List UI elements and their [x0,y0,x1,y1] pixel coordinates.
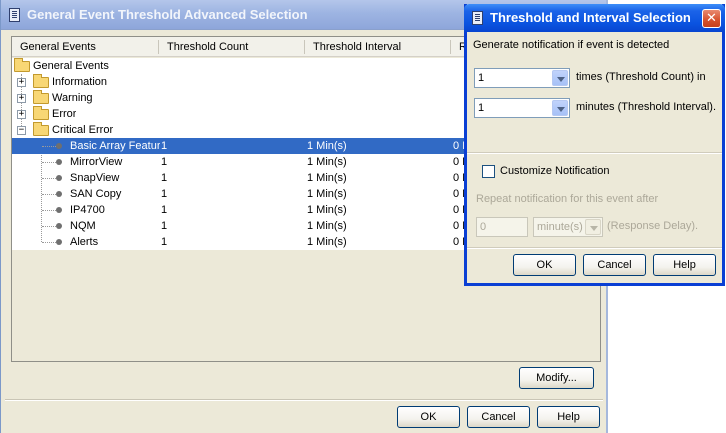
divider [5,399,603,401]
response-delay-value: 0 [480,221,487,233]
threshold-count: 1 [161,140,168,152]
event-name: MirrorView [70,156,123,168]
event-name: Alerts [70,236,99,248]
expand-icon[interactable]: + [17,78,26,87]
dialog-help-button[interactable]: Help [653,254,716,276]
threshold-count: 1 [161,172,168,184]
threshold-count-value: 1 [478,72,485,84]
repeat-notification-label: Repeat notification for this event after [476,193,659,205]
divider [467,152,722,154]
customize-notification-label[interactable]: Customize Notification [500,165,609,177]
dialog-title: Threshold and Interval Selection [490,10,691,25]
threshold-interval: 1 Min(s) [307,172,347,184]
threshold-count: 1 [161,220,168,232]
event-name: IP4700 [70,204,105,216]
dialog-ok-button[interactable]: OK [513,254,576,276]
threshold-count-combo[interactable]: 1 [474,68,570,88]
event-bullet-icon [56,191,62,197]
event-bullet-icon [56,239,62,245]
threshold-count: 1 [161,156,168,168]
tree-item-label: General Events [33,60,109,72]
customize-notification-checkbox[interactable] [482,165,495,178]
event-bullet-icon [56,207,62,213]
threshold-interval-value: 1 [478,102,485,114]
ok-button[interactable]: OK [397,406,460,428]
dialog-cancel-button[interactable]: Cancel [583,254,646,276]
threshold-interval: 1 Min(s) [307,236,347,248]
close-icon[interactable]: ✕ [702,9,721,28]
column-general-events[interactable]: General Events [12,37,158,57]
column-threshold-count[interactable]: Threshold Count [159,37,304,57]
expand-icon[interactable]: + [17,110,26,119]
folder-icon [33,90,49,104]
response-delay-unit-select: minute(s) [533,217,603,237]
threshold-interval-dialog: Threshold and Interval Selection ✕ Gener… [464,4,725,286]
threshold-interval: 1 Min(s) [307,140,347,152]
folder-icon [33,74,49,88]
cancel-button[interactable]: Cancel [467,406,530,428]
tree-item-label: Critical Error [52,124,114,136]
threshold-interval: 1 Min(s) [307,156,347,168]
description-text: Generate notification if event is detect… [473,39,670,51]
event-bullet-icon [56,175,62,181]
threshold-interval-combo[interactable]: 1 [474,98,570,118]
event-bullet-icon [56,143,62,149]
collapse-icon[interactable]: − [17,126,26,135]
chevron-down-icon[interactable] [552,70,568,86]
tree-item-label: Warning [52,92,93,104]
folder-icon [33,106,49,120]
chevron-down-icon[interactable] [552,100,568,116]
window-icon [9,8,20,22]
response-delay-unit: minute(s) [537,221,583,233]
tree-item-label: Information [52,76,108,88]
threshold-interval: 1 Min(s) [307,204,347,216]
expand-icon[interactable]: + [17,94,26,103]
folder-icon [33,122,49,136]
tree-item-label: Error [52,108,77,120]
event-bullet-icon [56,223,62,229]
event-bullet-icon [56,159,62,165]
threshold-count: 1 [161,188,168,200]
threshold-interval-label: minutes (Threshold Interval). [576,101,716,113]
folder-icon [14,58,30,72]
response-delay-label: (Response Delay). [607,220,699,232]
modify-button[interactable]: Modify... [519,367,594,389]
help-button[interactable]: Help [537,406,600,428]
threshold-interval: 1 Min(s) [307,188,347,200]
column-threshold-interval[interactable]: Threshold Interval [305,37,450,57]
window-icon [472,11,483,25]
event-name: SnapView [70,172,120,184]
chevron-down-icon [585,219,601,235]
threshold-count: 1 [161,236,168,248]
threshold-interval: 1 Min(s) [307,220,347,232]
main-window-title: General Event Threshold Advanced Selecti… [27,7,308,22]
event-name: NQM [70,220,96,232]
event-name: SAN Copy [70,188,122,200]
response-delay-input: 0 [476,217,528,237]
threshold-count: 1 [161,204,168,216]
threshold-count-label: times (Threshold Count) in [576,71,706,83]
divider [467,247,722,249]
event-name: Basic Array Featur [70,140,160,152]
dialog-title-bar[interactable]: Threshold and Interval Selection ✕ [464,4,725,32]
